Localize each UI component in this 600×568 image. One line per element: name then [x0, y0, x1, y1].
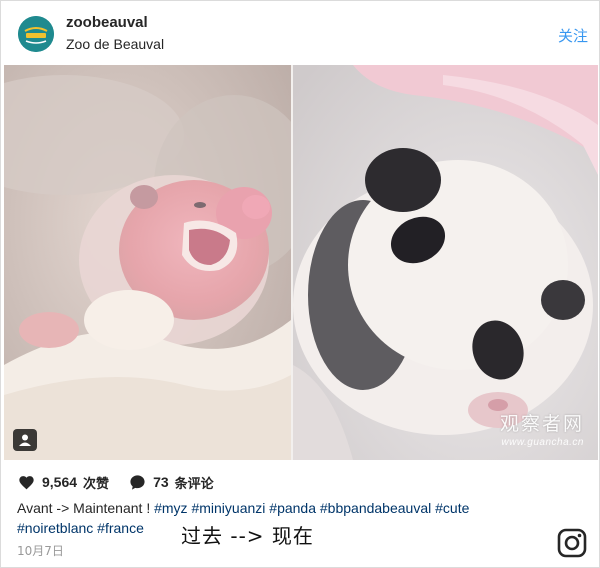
hashtag-link[interactable]: #cute [435, 500, 469, 516]
watermark-title: 观察者网 [499, 413, 584, 435]
follow-button[interactable]: 关注 [558, 25, 588, 46]
hashtag-link[interactable]: #bbpandabeauval [320, 500, 431, 516]
comments-label: 条评论 [174, 476, 214, 492]
likes-label: 次赞 [83, 476, 110, 492]
watermark-url: www.guancha.cn [501, 437, 584, 448]
post-stats: 9,564 次赞 73 条评论 [18, 471, 214, 493]
hashtag-link[interactable]: #france [97, 520, 144, 536]
zoo-logo-icon [18, 16, 54, 52]
post-photo[interactable]: 观察者网 www.guancha.cn [4, 65, 598, 460]
hashtag-link[interactable]: #myz [154, 500, 187, 516]
panda-cub-photo [293, 65, 598, 460]
caption-text: Avant -> Maintenant ! [17, 500, 151, 516]
likes-count: 9,564 [42, 474, 78, 490]
instagram-post-card: zoobeauval Zoo de Beauval 关注 观察者网 www.gu… [0, 0, 600, 568]
likes-stat[interactable]: 9,564 次赞 [18, 473, 109, 492]
before-after-note: 过去 --> 现在 [181, 524, 314, 548]
comments-count: 73 [153, 474, 169, 490]
post-header: zoobeauval Zoo de Beauval 关注 [1, 1, 600, 65]
username[interactable]: zoobeauval [66, 14, 148, 31]
newborn-panda-photo [4, 65, 291, 460]
hashtag-link[interactable]: #panda [269, 500, 316, 516]
watermark: 观察者网 www.guancha.cn [500, 409, 584, 448]
heart-icon[interactable] [18, 475, 35, 490]
comments-stat[interactable]: 73 条评论 [129, 473, 214, 492]
avatar[interactable] [18, 16, 54, 52]
user-tag-icon[interactable] [13, 429, 37, 451]
comment-bubble-icon[interactable] [129, 474, 146, 491]
location[interactable]: Zoo de Beauval [66, 36, 164, 52]
hashtag-link[interactable]: #miniyuanzi [191, 500, 265, 516]
post-date[interactable]: 10月7日 [17, 542, 64, 559]
instagram-icon[interactable] [557, 528, 587, 558]
hashtag-link[interactable]: #noiretblanc [17, 520, 93, 536]
